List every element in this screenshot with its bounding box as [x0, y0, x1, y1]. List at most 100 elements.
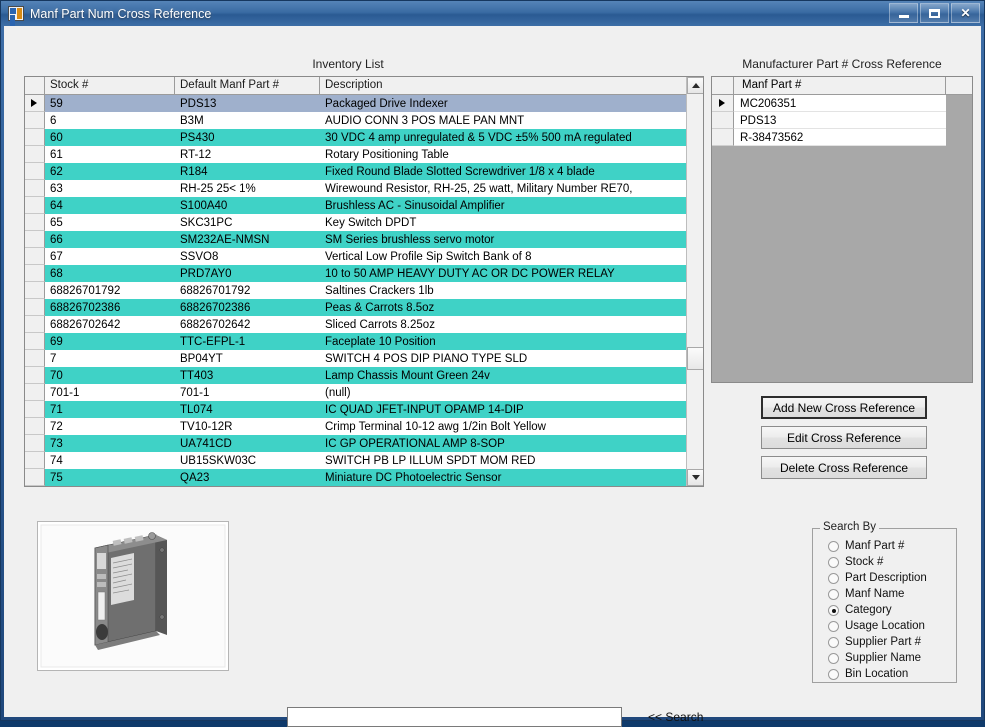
table-row[interactable]: 74 UB15SKW03C SWITCH PB LP ILLUM SPDT MOM …	[25, 452, 703, 469]
delete-cross-reference-button[interactable]: Delete Cross Reference	[761, 456, 927, 479]
search-by-group: Search By Manf Part # Stock # Part Descrip…	[812, 521, 957, 683]
table-row[interactable]: 69 TTC-EFPL-1 Faceplate 10 Position	[25, 333, 703, 350]
scroll-up-icon[interactable]	[687, 77, 703, 94]
row-selector[interactable]	[25, 231, 45, 248]
table-row[interactable]: 7 BP04YT SWITCH 4 POS DIP PIANO TYPE SLD	[25, 350, 703, 367]
table-row[interactable]: 71 TL074 IC QUAD JFET-INPUT OPAMP 14-DIP	[25, 401, 703, 418]
row-selector[interactable]	[712, 95, 734, 112]
minimize-button[interactable]	[889, 3, 918, 23]
edit-cross-reference-button[interactable]: Edit Cross Reference	[761, 426, 927, 449]
search-by-option-bin-location[interactable]: Bin Location	[828, 666, 956, 682]
table-row[interactable]: 66 SM232AE-NMSN SM Series brushless servo …	[25, 231, 703, 248]
cell-description: (null)	[320, 384, 703, 401]
column-header-default-manf-part[interactable]: Default Manf Part #	[175, 77, 320, 94]
cell-description: 30 VDC 4 amp unregulated & 5 VDC ±5% 500…	[320, 129, 703, 146]
search-by-option-supplier-part[interactable]: Supplier Part #	[828, 634, 956, 650]
search-by-option-supplier-name[interactable]: Supplier Name	[828, 650, 956, 666]
table-row[interactable]: 67 SSVO8 Vertical Low Profile Sip Switch B…	[25, 248, 703, 265]
radio-button-icon[interactable]	[828, 620, 839, 632]
cell-stock: 72	[45, 418, 175, 435]
cell-default-manf-part: SM232AE-NMSN	[175, 231, 320, 248]
radio-button-icon[interactable]	[828, 636, 839, 648]
table-row[interactable]: MC206351	[712, 95, 972, 112]
row-selector[interactable]	[25, 214, 45, 231]
row-selector[interactable]	[712, 112, 734, 129]
search-by-option-category[interactable]: Category	[828, 602, 956, 618]
table-row[interactable]: 59 PDS13 Packaged Drive Indexer	[25, 95, 703, 112]
radio-button-icon[interactable]	[828, 572, 839, 584]
search-by-option-manf-part[interactable]: Manf Part #	[828, 538, 956, 554]
row-selector[interactable]	[25, 146, 45, 163]
search-by-option-stock[interactable]: Stock #	[828, 554, 956, 570]
row-selector[interactable]	[25, 316, 45, 333]
row-selector[interactable]	[25, 435, 45, 452]
radio-button-icon[interactable]	[828, 604, 839, 616]
table-row[interactable]: 701-1 701-1 (null)	[25, 384, 703, 401]
row-selector[interactable]	[25, 180, 45, 197]
row-selector[interactable]	[25, 333, 45, 350]
table-row[interactable]: PDS13	[712, 112, 972, 129]
row-selector[interactable]	[25, 282, 45, 299]
search-by-option-part-description[interactable]: Part Description	[828, 570, 956, 586]
table-row[interactable]: 6 B3M AUDIO CONN 3 POS MALE PAN MNT	[25, 112, 703, 129]
table-row[interactable]: R-38473562	[712, 129, 972, 146]
radio-button-icon[interactable]	[828, 668, 839, 680]
row-selector[interactable]	[25, 384, 45, 401]
close-button[interactable]: ✕	[951, 3, 980, 23]
table-row[interactable]: 60 PS430 30 VDC 4 amp unregulated & 5 VDC …	[25, 129, 703, 146]
table-row[interactable]: 68826701792 68826701792 Saltines Crackers …	[25, 282, 703, 299]
row-selector[interactable]	[25, 469, 45, 486]
row-selector[interactable]	[25, 265, 45, 282]
scroll-down-icon[interactable]	[687, 469, 703, 486]
row-selector[interactable]	[25, 95, 45, 112]
inventory-grid[interactable]: Stock # Default Manf Part # Description …	[24, 76, 704, 487]
cell-default-manf-part: S100A40	[175, 197, 320, 214]
table-row[interactable]: 61 RT-12 Rotary Positioning Table	[25, 146, 703, 163]
row-selector[interactable]	[25, 197, 45, 214]
column-header-manf-part[interactable]: Manf Part #	[734, 77, 946, 94]
row-selector[interactable]	[25, 112, 45, 129]
search-by-option-manf-name[interactable]: Manf Name	[828, 586, 956, 602]
column-header-description[interactable]: Description	[320, 77, 703, 94]
column-header-stock[interactable]: Stock #	[45, 77, 175, 94]
table-row[interactable]: 68826702642 68826702642 Sliced Carrots 8.2…	[25, 316, 703, 333]
table-row[interactable]: 73 UA741CD IC GP OPERATIONAL AMP 8-SOP	[25, 435, 703, 452]
radio-button-icon[interactable]	[828, 540, 839, 552]
row-selector[interactable]	[25, 367, 45, 384]
table-row[interactable]: 65 SKC31PC Key Switch DPDT	[25, 214, 703, 231]
row-selector[interactable]	[25, 299, 45, 316]
cell-manf-part: PDS13	[734, 112, 946, 129]
scrollbar-thumb[interactable]	[687, 347, 703, 370]
search-button[interactable]: << Search	[648, 710, 703, 724]
search-by-option-label: Usage Location	[845, 620, 925, 632]
table-row[interactable]: 70 TT403 Lamp Chassis Mount Green 24v	[25, 367, 703, 384]
cell-default-manf-part: UA741CD	[175, 435, 320, 452]
table-row[interactable]: 64 S100A40 Brushless AC - Sinusoidal Ampli…	[25, 197, 703, 214]
inventory-vertical-scrollbar[interactable]	[686, 77, 703, 486]
cross-reference-grid[interactable]: Manf Part # MC206351 PDS13 R-38473562	[711, 76, 973, 383]
row-selector-header	[25, 77, 45, 94]
search-by-option-label: Stock #	[845, 556, 884, 568]
add-new-cross-reference-button[interactable]: Add New Cross Reference	[761, 396, 927, 419]
search-by-option-usage-location[interactable]: Usage Location	[828, 618, 956, 634]
table-row[interactable]: 63 RH-25 25< 1% Wirewound Resistor, RH-25,…	[25, 180, 703, 197]
row-selector[interactable]	[25, 418, 45, 435]
radio-button-icon[interactable]	[828, 556, 839, 568]
radio-button-icon[interactable]	[828, 652, 839, 664]
table-row[interactable]: 72 TV10-12R Crimp Terminal 10-12 awg 1/2in…	[25, 418, 703, 435]
maximize-button[interactable]	[920, 3, 949, 23]
row-selector[interactable]	[25, 350, 45, 367]
row-selector[interactable]	[25, 248, 45, 265]
table-row[interactable]: 62 R184 Fixed Round Blade Slotted Screwdri…	[25, 163, 703, 180]
row-selector[interactable]	[25, 452, 45, 469]
radio-button-icon[interactable]	[828, 588, 839, 600]
title-bar[interactable]: Manf Part Num Cross Reference ✕	[1, 1, 984, 26]
row-selector[interactable]	[25, 129, 45, 146]
row-selector[interactable]	[25, 163, 45, 180]
table-row[interactable]: 68 PRD7AY0 10 to 50 AMP HEAVY DUTY AC OR D…	[25, 265, 703, 282]
row-selector[interactable]	[712, 129, 734, 146]
table-row[interactable]: 68826702386 68826702386 Peas & Carrots 8.5…	[25, 299, 703, 316]
table-row[interactable]: 75 QA23 Miniature DC Photoelectric Sensor	[25, 469, 703, 486]
search-input[interactable]	[287, 707, 622, 727]
row-selector[interactable]	[25, 401, 45, 418]
